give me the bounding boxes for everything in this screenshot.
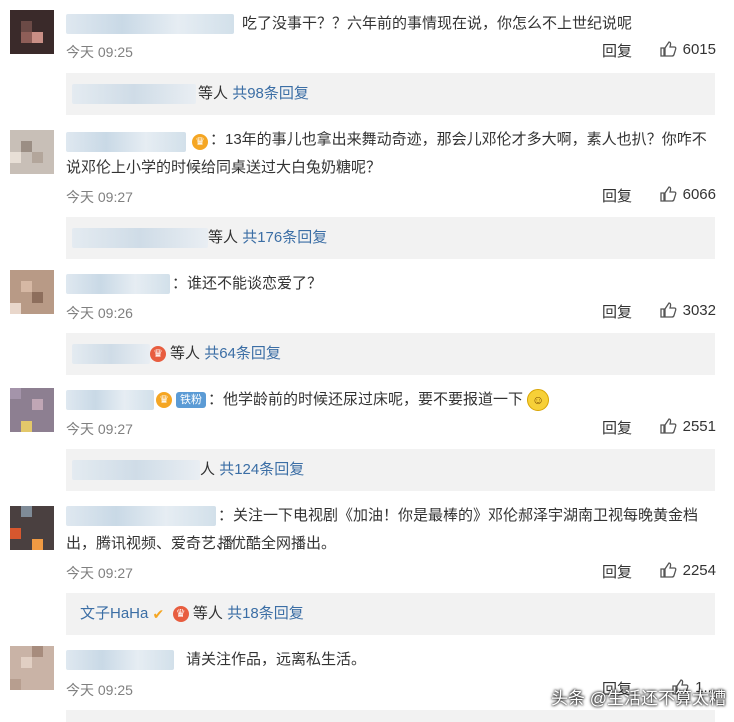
reply-username-link[interactable]: 文子HaHa: [80, 605, 148, 622]
comment-time: 今天 09:26: [66, 305, 133, 321]
replies-summary: 等人 共64条回复: [170, 333, 281, 375]
avatar[interactable]: [10, 130, 54, 174]
like-count: 6066: [682, 185, 716, 203]
replies-box[interactable]: 文子HaHa ✔ ♛ 等人 共18条回复: [66, 593, 715, 635]
like-count: 6015: [682, 40, 716, 58]
comment-time: 今天 09:25: [66, 682, 133, 698]
comment-text: ：谁还不能谈恋爱了？: [172, 275, 323, 292]
replies-names: 等人: [208, 229, 239, 246]
comment-text-content: ：他学龄前的时候还尿过床呢，要不要报道一下: [208, 391, 524, 408]
reply-button[interactable]: 回复: [602, 561, 632, 582]
verified-v-icon: ✔: [152, 606, 165, 623]
like-button[interactable]: 6015: [659, 40, 716, 58]
replies-summary: 等人 共98条回复: [198, 73, 309, 115]
replies-box[interactable]: ♛ 等人 共64条回复: [66, 333, 715, 375]
username-blurred[interactable]: [66, 506, 216, 526]
comment-time: 今天 09:27: [66, 189, 133, 205]
like-button[interactable]: 6066: [659, 185, 716, 203]
comment-text-line1: ：13年的事儿也拿出来舞动奇迹，那会儿邓伦才多大啊，素人也扒？你咋不: [210, 131, 707, 148]
thumbs-up-icon: [659, 561, 677, 579]
smile-emoji-icon: ☺: [527, 389, 550, 412]
thumbs-up-icon: [659, 40, 677, 58]
replies-summary: 人 共124条回复: [200, 449, 304, 491]
replies-count-link[interactable]: 共18条回复: [227, 605, 304, 622]
replies-box[interactable]: [66, 710, 715, 722]
replies-names: 等人: [170, 345, 201, 362]
reply-users-blurred: [72, 460, 200, 480]
like-count: 2254: [682, 561, 716, 579]
watermark: 头条 @生活还不算太糟: [551, 689, 726, 708]
replies-names: 人: [200, 461, 216, 478]
like-button[interactable]: 2551: [659, 417, 716, 435]
avatar[interactable]: [10, 270, 54, 314]
replies-names: 等人: [192, 605, 223, 622]
reply-users-blurred: [72, 228, 208, 248]
vip-crown-icon: ♛: [156, 392, 172, 408]
reply-button[interactable]: 回复: [602, 185, 632, 206]
vip-crown-icon: ♛: [150, 346, 166, 362]
replies-summary: 等人 共176条回复: [208, 217, 327, 259]
comment-time: 今天 09:27: [66, 421, 133, 437]
comment-text-line2: 说邓伦上小学的时候给同桌送过大白兔奶糖呢？: [66, 159, 382, 176]
comment-text: 吃了没事干？？六年前的事情现在说，你怎么不上世纪说呢: [242, 15, 633, 32]
like-button[interactable]: 2254: [659, 561, 716, 579]
avatar[interactable]: [10, 646, 54, 690]
vip-crown-icon: ♛: [172, 606, 189, 623]
username-blurred[interactable]: [66, 14, 234, 34]
avatar[interactable]: [10, 10, 54, 54]
replies-count-link[interactable]: 共98条回复: [232, 85, 309, 102]
vip-crown-icon: ♛: [192, 134, 208, 150]
replies-names: 等人: [198, 85, 229, 102]
comment-text: ：他学龄前的时候还尿过床呢，要不要报道一下 ☺: [208, 386, 712, 414]
like-count: 3032: [682, 301, 716, 319]
comment-text-line2: 出，腾讯视频、爱奇艺、优酷全网播出。: [66, 535, 337, 552]
thumbs-up-icon: [659, 301, 677, 319]
replies-count-link[interactable]: 共64条回复: [204, 345, 281, 362]
reply-users-blurred: [72, 84, 196, 104]
username-blurred[interactable]: [66, 650, 174, 670]
username-blurred[interactable]: [66, 390, 154, 410]
replies-box[interactable]: 等人 共98条回复: [66, 73, 715, 115]
replies-summary: 文子HaHa ✔ ♛ 等人 共18条回复: [80, 593, 304, 635]
reply-users-blurred: [72, 344, 150, 364]
avatar[interactable]: [10, 506, 54, 550]
comment-time: 今天 09:25: [66, 44, 133, 60]
thumbs-up-icon: [659, 417, 677, 435]
comment-text: 请关注作品，远离私生活。: [186, 651, 367, 668]
comment-time: 今天 09:27: [66, 565, 133, 581]
fan-badge: 铁粉: [176, 392, 206, 408]
username-blurred[interactable]: [66, 132, 186, 152]
replies-count-link[interactable]: 共124条回复: [219, 461, 304, 478]
username-blurred[interactable]: [66, 274, 170, 294]
thumbs-up-icon: [659, 185, 677, 203]
replies-count-link[interactable]: 共176条回复: [242, 229, 327, 246]
reply-button[interactable]: 回复: [602, 417, 632, 438]
reply-button[interactable]: 回复: [602, 40, 632, 61]
replies-box[interactable]: 人 共124条回复: [66, 449, 715, 491]
replies-box[interactable]: 等人 共176条回复: [66, 217, 715, 259]
reply-button[interactable]: 回复: [602, 301, 632, 322]
like-count: 2551: [682, 417, 716, 435]
like-button[interactable]: 3032: [659, 301, 716, 319]
avatar[interactable]: [10, 388, 54, 432]
